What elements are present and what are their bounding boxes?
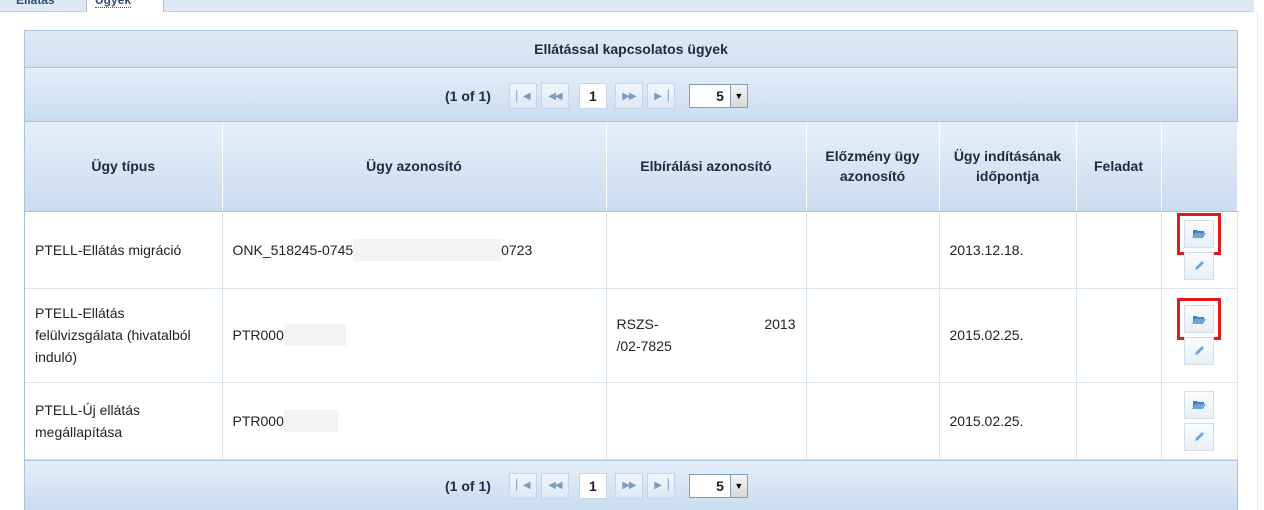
cell-date: 2015.02.25.: [939, 288, 1077, 383]
rows-per-page-value: 5: [716, 88, 724, 104]
first-page-icon: ▏◀: [516, 480, 530, 491]
decision-id-part1: RSZS-: [616, 316, 659, 332]
col-header-start-date[interactable]: Ügy indításának időpontja: [939, 122, 1077, 212]
table-row[interactable]: PTELL-Ellátás felülvizsgálata (hivatalbó…: [25, 288, 1238, 383]
cell-actions: [1161, 211, 1238, 289]
folder-open-icon: [1192, 401, 1206, 409]
paginator-bottom: (1 of 1) ▏◀ ◀◀ 1 ▶▶ ▶▕ 5 ▼: [25, 459, 1237, 510]
first-page-icon: ▏◀: [516, 90, 530, 102]
cell-id: PTR00000000000: [222, 288, 607, 383]
cell-decision-id: RSZS- 2013 /02-7825: [606, 288, 807, 383]
last-page-icon: ▶▕: [654, 480, 668, 491]
page-number-button[interactable]: 1: [578, 472, 607, 499]
cell-decision-id: [606, 211, 807, 289]
decision-id-part3: /02-7825: [616, 338, 672, 354]
rows-per-page-value: 5: [716, 477, 724, 494]
edit-button[interactable]: [1184, 422, 1214, 451]
chevron-down-icon[interactable]: ▼: [729, 85, 747, 107]
page-count: (1 of 1): [445, 88, 491, 104]
edit-button[interactable]: [1184, 337, 1214, 365]
chevron-down-icon[interactable]: ▼: [729, 474, 747, 497]
cell-id-visible: PTR000: [232, 412, 284, 429]
next-page-button[interactable]: ▶▶: [614, 83, 643, 109]
paginator-top: (1 of 1) ▏◀ ◀◀ 1 ▶▶ ▶▕ 5 ▼: [25, 68, 1237, 122]
tab-ugyek[interactable]: Ügyek: [86, 0, 164, 12]
cell-decision-id: [606, 382, 807, 460]
cell-type: PTELL-Ellátás felülvizsgálata (hivatalbó…: [25, 288, 223, 383]
cell-prev-id: [806, 211, 940, 289]
col-header-decision-id[interactable]: Elbírálási azonosító: [606, 122, 807, 212]
folder-open-icon: [1192, 230, 1206, 238]
open-button[interactable]: [1184, 390, 1214, 419]
col-header-task[interactable]: Feladat: [1076, 122, 1162, 212]
next-page-icon: ▶▶: [622, 480, 636, 491]
col-header-id[interactable]: Ügy azonosító: [222, 122, 607, 212]
last-page-icon: ▶▕: [654, 90, 668, 102]
rows-per-page-select[interactable]: 5 ▼: [688, 84, 748, 108]
cell-id-visible: ONK_518245-0745: [232, 241, 354, 258]
open-button[interactable]: [1177, 212, 1221, 255]
first-page-button[interactable]: ▏◀: [508, 472, 537, 499]
open-button[interactable]: [1177, 298, 1221, 340]
last-page-button[interactable]: ▶▕: [646, 83, 675, 109]
cell-id: PTR0000000000: [222, 382, 607, 460]
cell-type: PTELL-Ellátás migráció: [25, 211, 223, 289]
cell-task: [1076, 211, 1162, 289]
redacted-text: 00000000: [283, 324, 347, 346]
redacted-text: 0000000000000000000: [353, 238, 502, 261]
prev-page-button[interactable]: ◀◀: [540, 472, 569, 499]
redacted-text: 0000000: [283, 409, 339, 432]
cases-table: Ügy típus Ügy azonosító Elbírálási azono…: [25, 122, 1238, 460]
cases-panel: Ellátással kapcsolatos ügyek (1 of 1) ▏◀…: [24, 30, 1238, 510]
cell-id-visible: PTR000: [232, 327, 284, 343]
table-header-row: Ügy típus Ügy azonosító Elbírálási azono…: [25, 122, 1238, 212]
cell-id: ONK_518245-074500000000000000000000723: [222, 211, 607, 289]
cell-date: 2015.02.25.: [939, 382, 1077, 460]
col-header-type[interactable]: Ügy típus: [25, 122, 223, 212]
first-page-button[interactable]: ▏◀: [508, 83, 537, 109]
prev-page-icon: ◀◀: [548, 90, 562, 102]
pencil-icon: [1195, 431, 1204, 441]
col-header-actions: [1161, 122, 1238, 212]
page-count: (1 of 1): [445, 477, 491, 494]
pencil-icon: [1195, 260, 1204, 270]
next-page-icon: ▶▶: [622, 90, 636, 102]
cell-task: [1076, 382, 1162, 460]
cell-prev-id: [806, 288, 940, 383]
edit-button[interactable]: [1184, 251, 1214, 280]
tab-strip: Ellátás Ügyek: [0, 0, 1254, 12]
col-header-prev-id[interactable]: Előzmény ügy azonosító: [806, 122, 940, 212]
folder-open-icon: [1192, 315, 1206, 324]
tab-ugyek-label: Ügyek: [95, 0, 132, 8]
table-row[interactable]: PTELL-Új ellátás megállapítása PTR000000…: [25, 382, 1238, 460]
page-number-button[interactable]: 1: [578, 83, 607, 109]
cell-date: 2013.12.18.: [939, 211, 1077, 289]
scroll-edge: [1257, 12, 1258, 510]
table-row[interactable]: PTELL-Ellátás migráció ONK_518245-074500…: [25, 211, 1238, 289]
next-page-button[interactable]: ▶▶: [614, 472, 643, 499]
cell-actions: [1161, 382, 1238, 460]
tab-ellatas[interactable]: Ellátás: [8, 0, 63, 12]
cell-task: [1076, 288, 1162, 383]
rows-per-page-select[interactable]: 5 ▼: [688, 473, 748, 498]
cell-actions: [1161, 288, 1238, 383]
cell-type: PTELL-Új ellátás megállapítása: [25, 382, 223, 460]
cell-prev-id: [806, 382, 940, 460]
last-page-button[interactable]: ▶▕: [646, 472, 675, 499]
cell-id-tail: 0723: [501, 241, 533, 258]
decision-id-part2: 2013: [764, 316, 796, 332]
pencil-icon: [1195, 346, 1204, 355]
prev-page-icon: ◀◀: [548, 480, 562, 491]
prev-page-button[interactable]: ◀◀: [540, 83, 569, 109]
panel-caption: Ellátással kapcsolatos ügyek: [25, 31, 1237, 68]
